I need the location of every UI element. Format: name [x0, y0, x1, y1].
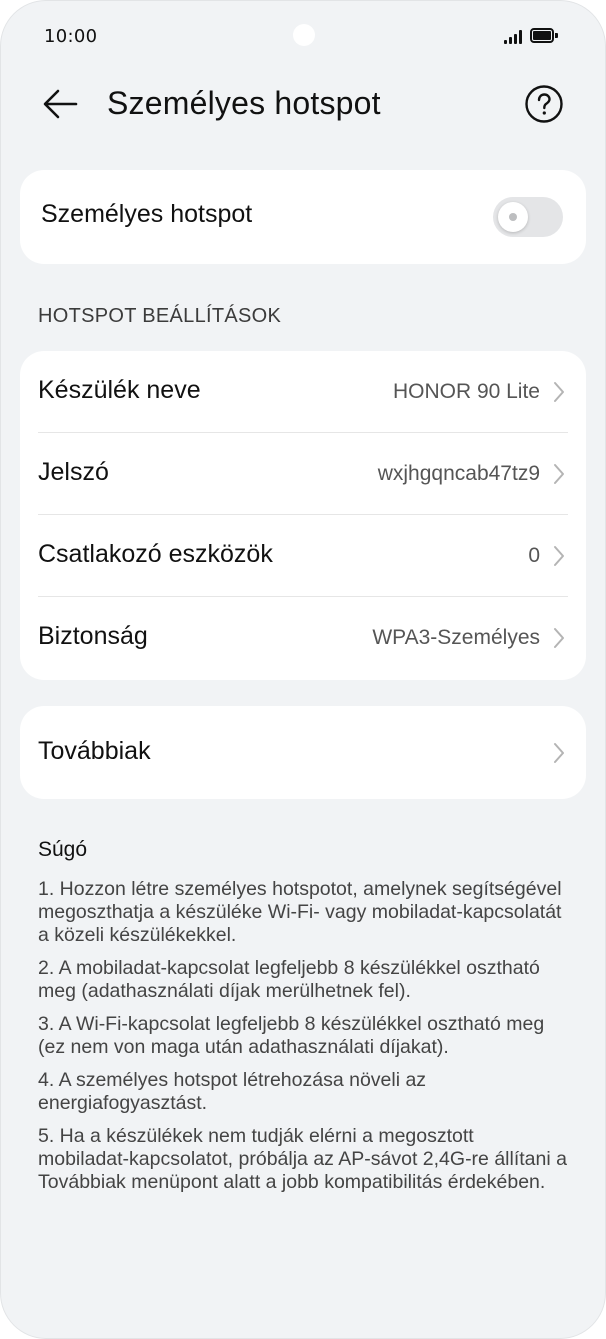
row-label: Készülék neve: [38, 376, 201, 404]
chevron-right-icon: [552, 544, 566, 568]
back-arrow-icon[interactable]: [38, 82, 82, 126]
help-item: 5. Ha a készülékek nem tudják elérni a m…: [38, 1125, 567, 1193]
row-security[interactable]: Biztonság WPA3-Személyes: [20, 597, 586, 679]
row-device-name[interactable]: Készülék neve HONOR 90 Lite: [20, 351, 586, 433]
help-item: 2. A mobiladat-kapcsolat legfeljebb 8 ké…: [38, 957, 540, 1002]
status-bar: 10:00: [0, 0, 606, 70]
hotspot-switch[interactable]: [493, 197, 563, 237]
more-card: Továbbiak: [20, 706, 586, 799]
row-value: HONOR 90 Lite: [392, 380, 540, 403]
signal-icon: [504, 30, 524, 44]
hotspot-toggle-label: Személyes hotspot: [41, 200, 253, 228]
help-icon[interactable]: [524, 84, 564, 124]
phone-screen: 10:00 Személyes hotspot Személyes hotspo…: [0, 0, 606, 1339]
hotspot-toggle-card: Személyes hotspot: [20, 170, 586, 264]
row-value: 0: [528, 544, 540, 567]
chevron-right-icon: [552, 380, 566, 404]
help-section: Súgó 1. Hozzon létre személyes hotspotot…: [38, 838, 568, 1204]
chevron-right-icon: [552, 626, 566, 650]
help-title: Súgó: [38, 838, 88, 861]
page-title: Személyes hotspot: [107, 85, 381, 121]
help-item: 3. A Wi-Fi-kapcsolat legfeljebb 8 készül…: [38, 1013, 545, 1058]
help-item: 4. A személyes hotspot létrehozása növel…: [38, 1069, 427, 1114]
status-time: 10:00: [44, 26, 98, 47]
row-label: Csatlakozó eszközök: [38, 540, 273, 568]
row-label: Továbbiak: [38, 737, 151, 765]
chevron-right-icon: [552, 741, 566, 765]
row-label: Jelszó: [38, 458, 109, 486]
row-value: WPA3-Személyes: [372, 626, 540, 649]
chevron-right-icon: [552, 462, 566, 486]
help-item: 1. Hozzon létre személyes hotspotot, ame…: [38, 878, 562, 946]
switch-knob: [498, 202, 528, 232]
row-more[interactable]: Továbbiak: [20, 712, 586, 794]
row-connected-devices[interactable]: Csatlakozó eszközök 0: [20, 515, 586, 597]
row-value: wxjhgqncab47tz9: [377, 462, 540, 485]
front-camera: [293, 24, 315, 46]
section-title-hotspot-settings: HOTSPOT BEÁLLÍTÁSOK: [38, 305, 282, 327]
hotspot-settings-card: Készülék neve HONOR 90 Lite Jelszó wxjhg…: [20, 351, 586, 680]
row-label: Biztonság: [38, 622, 148, 650]
row-password[interactable]: Jelszó wxjhgqncab47tz9: [20, 433, 586, 515]
battery-icon: [530, 28, 558, 43]
